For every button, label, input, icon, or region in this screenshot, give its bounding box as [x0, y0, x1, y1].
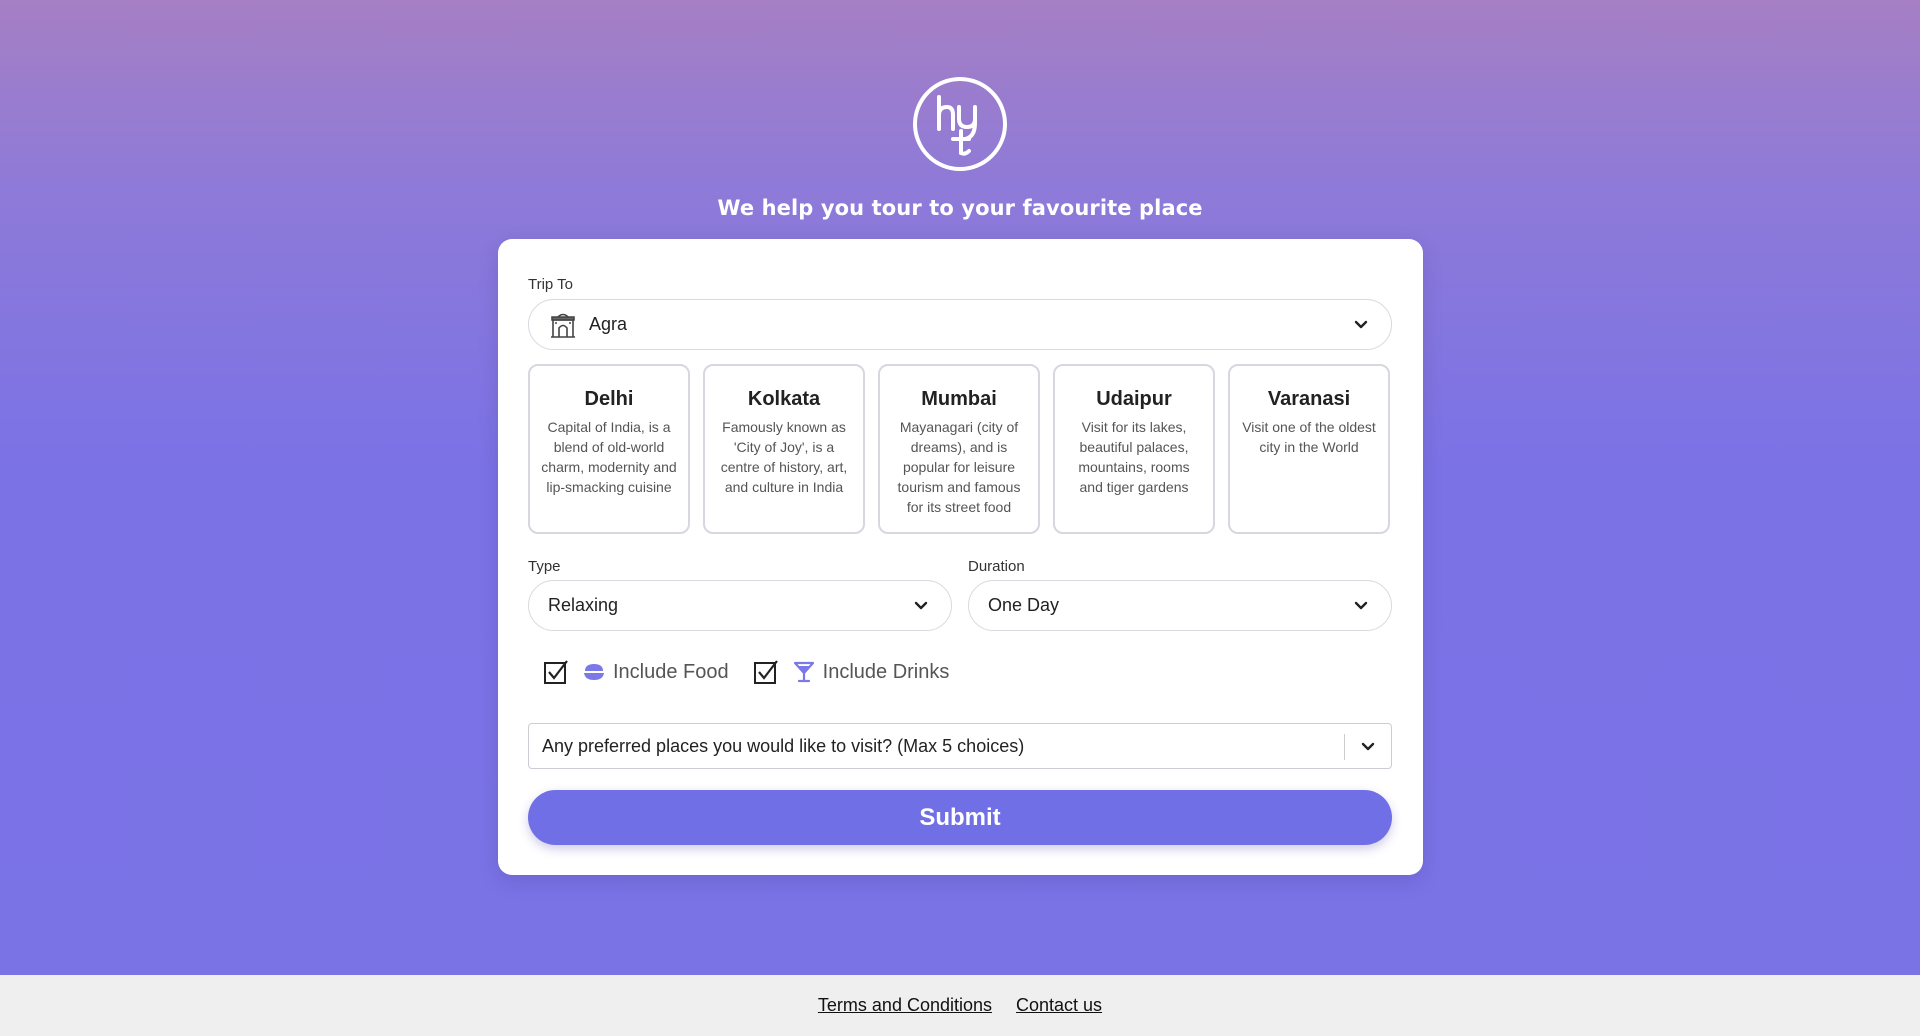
duration-label: Duration	[968, 558, 1025, 575]
city-name: Delhi	[584, 388, 634, 410]
footer: Terms and Conditions Contact us	[0, 975, 1920, 1036]
chevron-down-icon[interactable]	[1360, 739, 1376, 755]
city-description: Famously known as 'City of Joy', is a ce…	[720, 419, 848, 495]
preferred-places-select[interactable]: Any preferred places you would like to v…	[528, 723, 1392, 769]
preferred-places-placeholder: Any preferred places you would like to v…	[542, 735, 1025, 756]
city-card-delhi[interactable]: Delhi Capital of India, is a blend of ol…	[528, 364, 690, 534]
city-description: Visit one of the oldest city in the Worl…	[1242, 419, 1376, 455]
trip-to-value: Agra	[589, 314, 628, 334]
include-options: Include Food Include Drinks	[543, 659, 973, 685]
city-name: Varanasi	[1267, 388, 1351, 410]
monument-icon	[551, 313, 575, 338]
chevron-down-icon	[914, 601, 928, 609]
city-name: Udaipur	[1096, 388, 1172, 410]
city-card-mumbai[interactable]: Mumbai Mayanagari (city of dreams), and …	[878, 364, 1040, 534]
city-description: Capital of India, is a blend of old-worl…	[541, 419, 677, 495]
type-select[interactable]: Relaxing	[528, 580, 952, 631]
contact-link[interactable]: Contact us	[1016, 995, 1102, 1016]
select-divider	[1344, 734, 1345, 760]
include-food-checkbox[interactable]	[543, 659, 569, 685]
trip-to-select[interactable]: Agra	[528, 299, 1392, 350]
city-description: Visit for its lakes, beautiful palaces, …	[1078, 419, 1190, 495]
submit-button[interactable]: Submit	[528, 790, 1392, 845]
city-card-kolkata[interactable]: Kolkata Famously known as 'City of Joy',…	[703, 364, 865, 534]
city-name: Kolkata	[747, 388, 821, 410]
type-value: Relaxing	[548, 595, 619, 615]
type-label: Type	[528, 558, 561, 575]
include-drinks-checkbox[interactable]	[753, 659, 779, 685]
food-bowl-icon	[584, 664, 604, 680]
cocktail-glass-icon	[793, 661, 814, 683]
tagline: We help you tour to your favourite place	[717, 196, 1203, 220]
city-description: Mayanagari (city of dreams), and is popu…	[897, 419, 1021, 515]
chevron-down-icon	[1354, 601, 1368, 609]
terms-link[interactable]: Terms and Conditions	[818, 995, 992, 1016]
trip-form-card: Trip To Agra Delhi Capital of India, is …	[498, 239, 1423, 875]
include-food-label: Include Food	[613, 660, 729, 683]
hyt-monogram-icon	[937, 95, 977, 156]
chevron-down-icon	[1354, 320, 1368, 328]
duration-select[interactable]: One Day	[968, 580, 1392, 631]
city-name: Mumbai	[921, 388, 997, 410]
include-food-option[interactable]: Include Food	[543, 659, 729, 685]
city-card-varanasi[interactable]: Varanasi Visit one of the oldest city in…	[1228, 364, 1390, 534]
duration-value: One Day	[988, 595, 1060, 615]
trip-to-label: Trip To	[528, 276, 574, 293]
city-card-udaipur[interactable]: Udaipur Visit for its lakes, beautiful p…	[1053, 364, 1215, 534]
hyt-logo	[913, 77, 1007, 171]
include-drinks-label: Include Drinks	[822, 660, 950, 683]
include-drinks-option[interactable]: Include Drinks	[753, 659, 950, 685]
